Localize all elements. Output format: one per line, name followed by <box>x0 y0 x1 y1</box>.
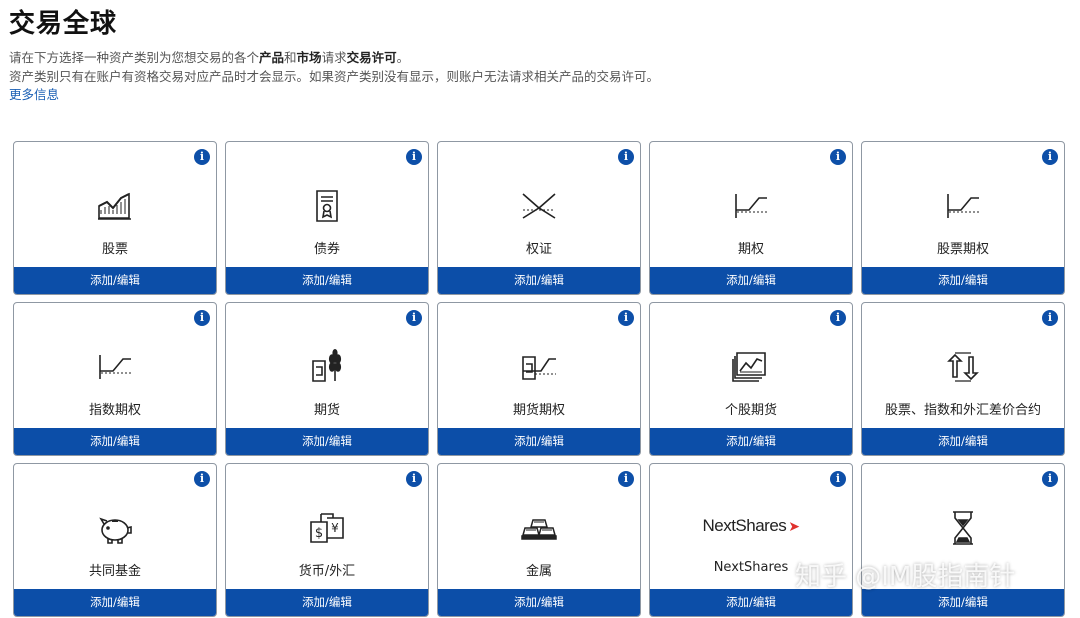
asset-card-options[interactable]: i 期权 添加/编辑 <box>649 141 853 295</box>
asset-card-futures-options[interactable]: i 期货期权 添加/编辑 <box>437 302 641 456</box>
futures-option-icon <box>519 347 559 387</box>
svg-text:$: $ <box>315 526 323 541</box>
add-edit-button[interactable]: 添加/编辑 <box>862 589 1064 616</box>
asset-card-index-options[interactable]: i 指数期权 添加/编辑 <box>13 302 217 456</box>
info-icon[interactable]: i <box>406 310 422 326</box>
asset-card-single-stock-futures[interactable]: i 个股期货 添加/编辑 <box>649 302 853 456</box>
info-icon[interactable]: i <box>830 149 846 165</box>
description-line-1: 请在下方选择一种资产类别为您想交易的各个产品和市场请求交易许可。 <box>9 48 1069 67</box>
add-edit-button[interactable]: 添加/编辑 <box>650 589 852 616</box>
add-edit-button[interactable]: 添加/编辑 <box>226 428 428 455</box>
info-icon[interactable]: i <box>618 310 634 326</box>
nextshares-logo-icon: NextShares ➤ <box>650 516 852 536</box>
single-stock-futures-icon <box>731 347 771 387</box>
info-icon[interactable]: i <box>1042 149 1058 165</box>
add-edit-button[interactable]: 添加/编辑 <box>438 428 640 455</box>
stock-chart-icon <box>95 186 135 226</box>
asset-card-label: 期权 <box>737 242 764 257</box>
description-line-2: 资产类别只有在账户有资格交易对应产品时才会显示。如果资产类别没有显示，则账户无法… <box>9 69 660 84</box>
bond-document-icon <box>307 186 347 226</box>
more-info-link[interactable]: 更多信息 <box>9 84 59 103</box>
asset-card-label: NextShares <box>713 560 789 575</box>
desc-bold-products: 产品 <box>259 50 285 65</box>
nextshares-swoosh-icon: ➤ <box>788 518 800 534</box>
add-edit-button[interactable]: 添加/编辑 <box>14 428 216 455</box>
piggy-bank-icon <box>95 508 135 548</box>
page-title: 交易全球 <box>9 9 118 39</box>
info-icon[interactable]: i <box>194 149 210 165</box>
add-edit-button[interactable]: 添加/编辑 <box>14 589 216 616</box>
info-icon[interactable]: i <box>830 471 846 487</box>
add-edit-button[interactable]: 添加/编辑 <box>226 267 428 294</box>
add-edit-button[interactable]: 添加/编辑 <box>862 428 1064 455</box>
desc-bold-markets: 市场 <box>296 50 322 65</box>
index-option-payoff-icon <box>95 347 135 387</box>
asset-card-label: 股票期权 <box>936 242 989 257</box>
add-edit-button[interactable]: 添加/编辑 <box>862 267 1064 294</box>
asset-card-futures[interactable]: i 期货 添加/编辑 <box>225 302 429 456</box>
add-edit-button[interactable]: 添加/编辑 <box>14 267 216 294</box>
asset-card-label: 股票、指数和外汇差价合约 <box>884 403 1041 418</box>
asset-card-warrants[interactable]: i 权证 添加/编辑 <box>437 141 641 295</box>
info-icon[interactable]: i <box>406 149 422 165</box>
cfd-exchange-icon <box>943 347 983 387</box>
asset-card-label: 债券 <box>313 242 340 257</box>
add-edit-button[interactable]: 添加/编辑 <box>438 267 640 294</box>
warrant-cross-icon <box>519 186 559 226</box>
asset-card-label: 个股期货 <box>724 403 777 418</box>
asset-class-grid: i 股票 添加/编辑 i 债券 添加/编辑 i 权证 添加/编辑 i 期权 添加… <box>13 141 1065 617</box>
currency-exchange-icon: $ ¥ <box>307 508 347 548</box>
trade-global-page: 交易全球 请在下方选择一种资产类别为您想交易的各个产品和市场请求交易许可。 资产… <box>0 0 1080 618</box>
info-icon[interactable]: i <box>194 471 210 487</box>
page-description: 请在下方选择一种资产类别为您想交易的各个产品和市场请求交易许可。 资产类别只有在… <box>9 48 1069 86</box>
asset-card-stocks[interactable]: i 股票 添加/编辑 <box>13 141 217 295</box>
svg-text:¥: ¥ <box>331 521 339 535</box>
hourglass-icon <box>943 508 983 548</box>
gold-bars-icon <box>519 508 559 548</box>
asset-card-label: 期货 <box>313 403 340 418</box>
asset-card-hourglass[interactable]: i 添加/编辑 <box>861 463 1065 617</box>
info-icon[interactable]: i <box>194 310 210 326</box>
desc-text: 请求 <box>321 50 347 65</box>
add-edit-button[interactable]: 添加/编辑 <box>650 267 852 294</box>
info-icon[interactable]: i <box>1042 310 1058 326</box>
info-icon[interactable]: i <box>618 149 634 165</box>
desc-bold-trading-permissions: 交易许可 <box>346 50 397 65</box>
asset-card-mutual-funds[interactable]: i 共同基金 添加/编辑 <box>13 463 217 617</box>
asset-card-label: 期货期权 <box>512 403 565 418</box>
desc-text: 和 <box>284 50 297 65</box>
desc-text: 。 <box>396 50 410 65</box>
asset-card-label: 金属 <box>525 564 552 579</box>
option-payoff-icon <box>731 186 771 226</box>
desc-text: 请在下方选择一种资产类别为您想交易的各个 <box>9 50 260 65</box>
asset-card-bonds[interactable]: i 债券 添加/编辑 <box>225 141 429 295</box>
asset-card-label: 共同基金 <box>88 564 141 579</box>
asset-card-nextshares[interactable]: i NextShares ➤ NextShares 添加/编辑 <box>649 463 853 617</box>
info-icon[interactable]: i <box>830 310 846 326</box>
add-edit-button[interactable]: 添加/编辑 <box>650 428 852 455</box>
asset-card-cfds[interactable]: i 股票、指数和外汇差价合约 添加/编辑 <box>861 302 1065 456</box>
futures-wheat-icon <box>307 347 347 387</box>
asset-card-label: 股票 <box>101 242 128 257</box>
add-edit-button[interactable]: 添加/编辑 <box>438 589 640 616</box>
asset-card-label: 指数期权 <box>88 403 141 418</box>
asset-card-label: 货币/外汇 <box>298 564 356 579</box>
asset-card-stock-options[interactable]: i 股票期权 添加/编辑 <box>861 141 1065 295</box>
asset-card-label: 权证 <box>525 242 552 257</box>
info-icon[interactable]: i <box>406 471 422 487</box>
add-edit-button[interactable]: 添加/编辑 <box>226 589 428 616</box>
info-icon[interactable]: i <box>1042 471 1058 487</box>
stock-option-payoff-icon <box>943 186 983 226</box>
nextshares-logo-text: NextShares <box>702 516 787 535</box>
asset-card-currency-forex[interactable]: i $ ¥ 货币/外汇 添加/编辑 <box>225 463 429 617</box>
info-icon[interactable]: i <box>618 471 634 487</box>
asset-card-metals[interactable]: i 金属 添加/编辑 <box>437 463 641 617</box>
